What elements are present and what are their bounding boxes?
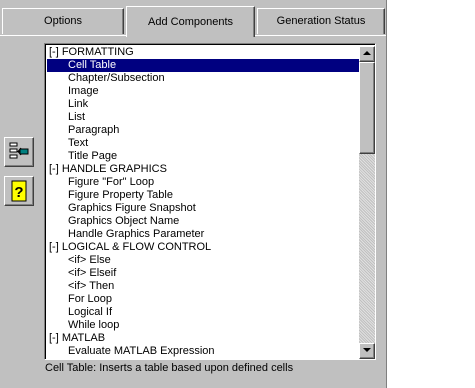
list-item[interactable]: List	[47, 111, 359, 124]
list-item[interactable]: Evaluate MATLAB Expression	[47, 345, 359, 358]
list-item[interactable]: <if> Elseif	[47, 267, 359, 280]
scroll-thumb[interactable]	[359, 62, 375, 154]
list-item[interactable]: Cell Table	[47, 59, 359, 72]
scroll-down-button[interactable]	[359, 343, 375, 359]
list-item[interactable]: Link	[47, 98, 359, 111]
list-item[interactable]: Figure "For" Loop	[47, 176, 359, 189]
list-item[interactable]: For Loop	[47, 293, 359, 306]
tab-add-components[interactable]: Add Components	[126, 6, 255, 37]
list-item[interactable]: Paragraph	[47, 124, 359, 137]
list-item[interactable]: Graphics Object Name	[47, 215, 359, 228]
list-item[interactable]: Graphics Figure Snapshot	[47, 202, 359, 215]
list-section-header[interactable]: [-] LOGICAL & FLOW CONTROL	[47, 241, 359, 254]
vertical-scrollbar[interactable]	[359, 46, 375, 359]
list-item[interactable]: While loop	[47, 319, 359, 332]
arrow-down-icon	[363, 348, 371, 352]
component-list-items: [-] FORMATTING Cell Table Chapter/Subsecti…	[47, 46, 359, 358]
list-item[interactable]: Figure Property Table	[47, 189, 359, 202]
tab-generation-status[interactable]: Generation Status	[257, 8, 385, 34]
panel-edge	[386, 0, 387, 388]
add-component-icon	[9, 142, 29, 159]
dialog-panel: Options Add Components Generation Status…	[0, 0, 386, 388]
list-item[interactable]: Image	[47, 85, 359, 98]
list-item[interactable]: <if> Then	[47, 280, 359, 293]
list-section-header[interactable]: [-] HANDLE GRAPHICS	[47, 163, 359, 176]
list-item[interactable]: Chapter/Subsection	[47, 72, 359, 85]
list-section-header[interactable]: [-] MATLAB	[47, 332, 359, 345]
arrow-up-icon	[363, 51, 371, 55]
help-button[interactable]: ?	[4, 176, 34, 206]
list-item[interactable]: Logical If	[47, 306, 359, 319]
list-item[interactable]: Text	[47, 137, 359, 150]
tab-options[interactable]: Options	[2, 8, 124, 34]
help-glyph: ?	[14, 184, 23, 201]
component-list[interactable]: [-] FORMATTING Cell Table Chapter/Subsecti…	[44, 43, 376, 360]
list-section-header[interactable]: [-] FORMATTING	[47, 46, 359, 59]
scroll-up-button[interactable]	[359, 46, 375, 62]
add-component-button[interactable]	[4, 137, 34, 167]
list-item[interactable]: Title Page	[47, 150, 359, 163]
list-item[interactable]: <if> Else	[47, 254, 359, 267]
status-text: Cell Table: Inserts a table based upon d…	[45, 362, 294, 374]
list-item[interactable]: Handle Graphics Parameter	[47, 228, 359, 241]
help-icon: ?	[11, 180, 27, 202]
tab-strip: Options Add Components Generation Status	[0, 0, 386, 37]
